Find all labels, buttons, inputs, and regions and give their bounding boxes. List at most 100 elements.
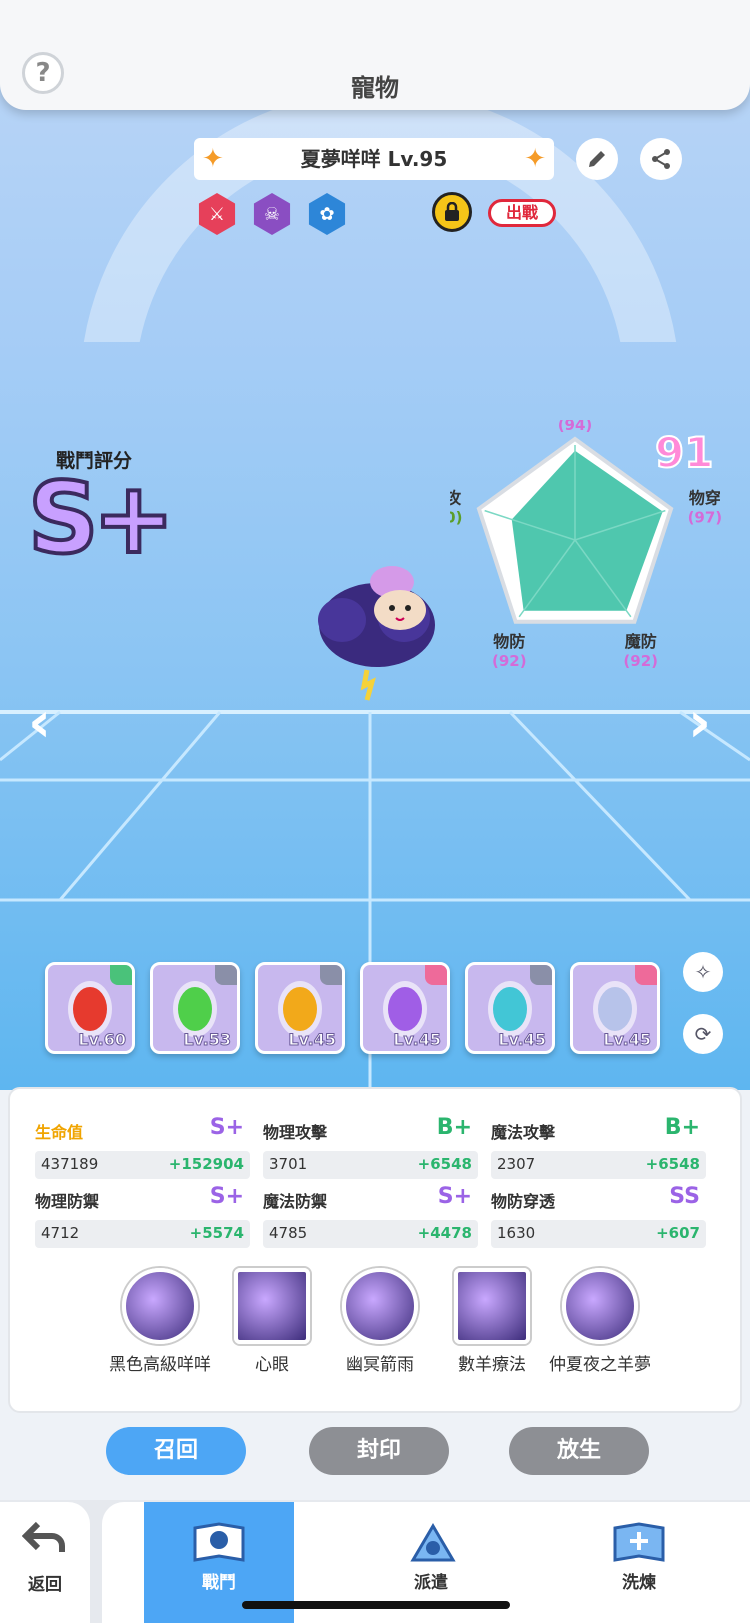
lock-icon [445, 202, 459, 221]
radar-value: (97) [688, 509, 723, 527]
stat-grade: SS [669, 1184, 700, 1209]
gem-level: Lv.45 [498, 1030, 547, 1050]
skill-item[interactable]: 黑色高級咩咩 [100, 1268, 220, 1375]
dispatch-icon [410, 1523, 456, 1562]
stat-name: 魔法攻擊 [491, 1123, 556, 1142]
radar-value: (92) [492, 652, 527, 670]
skill-name: 幽冥箭雨 [346, 1355, 414, 1375]
gem-level: Lv.60 [78, 1030, 127, 1050]
stat-grade: S+ [437, 1184, 472, 1209]
gem-slot[interactable]: Lv.45 [360, 962, 450, 1054]
skill-icon [122, 1268, 198, 1344]
nav-dispatch-label: 派遣 [414, 1573, 448, 1593]
gem-type-corner [635, 965, 657, 985]
stat-name: 生命值 [35, 1123, 84, 1142]
skill-item[interactable]: 仲夏夜之羊夢 [540, 1268, 660, 1375]
battle-book-icon [193, 1522, 245, 1562]
skill-name: 仲夏夜之羊夢 [549, 1355, 651, 1375]
stat-value: 1630 [497, 1224, 536, 1242]
sparkle-icon: ✦ [524, 144, 546, 174]
stat-grade: S+ [209, 1115, 244, 1140]
skill-icon [234, 1268, 310, 1344]
refine-book-icon [613, 1522, 665, 1562]
stat-bonus: +6548 [417, 1155, 472, 1173]
auto-equip-button[interactable]: ✧ [683, 952, 723, 992]
gem-slot[interactable]: Lv.45 [570, 962, 660, 1054]
sparkle-icon: ✦ [202, 144, 224, 174]
gem-slot[interactable]: Lv.45 [255, 962, 345, 1054]
stat-value: 4785 [269, 1224, 308, 1242]
stat-radar-chart: HP(94)物穿(97)魔防(92)物防(92)物攻(70) [450, 420, 723, 670]
stat-name: 魔法防禦 [263, 1192, 328, 1211]
stat-value: 4712 [41, 1224, 80, 1242]
radar-value: (70) [450, 509, 462, 527]
share-button[interactable] [640, 138, 682, 180]
gem-type-corner [215, 965, 237, 985]
stat-grade: B+ [436, 1115, 472, 1140]
radar-label: 物穿 [689, 489, 721, 508]
radar-value: (94) [558, 420, 593, 434]
skill-item[interactable]: 心眼 [212, 1268, 332, 1375]
refresh-icon: ⟳ [694, 1022, 712, 1046]
page-title: 寵物 [351, 74, 399, 102]
gem-level: Lv.45 [603, 1030, 652, 1050]
gem-level: Lv.53 [183, 1030, 232, 1050]
prev-pet-button[interactable]: ‹ [28, 690, 51, 755]
skill-name: 心眼 [255, 1355, 289, 1375]
gem-level: Lv.45 [288, 1030, 337, 1050]
stat-bonus: +4478 [417, 1224, 472, 1242]
gem-type-corner [320, 965, 342, 985]
gem-level: Lv.45 [393, 1030, 442, 1050]
seal-button[interactable]: 封印 [309, 1427, 449, 1475]
nav-refine[interactable]: 洗煉 [564, 1502, 714, 1623]
skill-icon [342, 1268, 418, 1344]
pencil-icon [589, 151, 605, 167]
gem-type-corner [530, 965, 552, 985]
stat-grade: B+ [664, 1115, 700, 1140]
radar-label: 魔防 [625, 632, 657, 651]
gem-slot-row: Lv.60 Lv.53 Lv.45 Lv.45 Lv.45 Lv.45 [45, 962, 665, 1054]
radar-label: 物攻 [450, 489, 462, 508]
home-indicator [242, 1601, 510, 1609]
skill-name: 黑色高級咩咩 [109, 1355, 211, 1375]
skill-item[interactable]: 幽冥箭雨 [320, 1268, 440, 1375]
gem-type-corner [425, 965, 447, 985]
back-label: 返回 [28, 1575, 62, 1595]
battle-rating-grade: S+ [26, 462, 177, 576]
stat-grade: S+ [209, 1184, 244, 1209]
recall-button[interactable]: 召回 [106, 1427, 246, 1475]
next-pet-button[interactable]: › [688, 690, 711, 755]
stat-bonus: +6548 [645, 1155, 700, 1173]
sparkle-plus-icon: ✧ [694, 960, 712, 984]
battle-status-badge[interactable]: 出戰 [488, 199, 556, 227]
top-bar: ? 寵物 [0, 0, 750, 110]
swap-gems-button[interactable]: ⟳ [683, 1014, 723, 1054]
stat-name: 物防穿透 [491, 1192, 556, 1211]
gem-type-corner [110, 965, 132, 985]
stat-name: 物理防禦 [35, 1192, 100, 1211]
skill-item[interactable]: 數羊療法 [432, 1268, 552, 1375]
pet-sheep-sprite [318, 566, 435, 701]
gem-slot[interactable]: Lv.45 [465, 962, 555, 1054]
release-button[interactable]: 放生 [509, 1427, 649, 1475]
radar-label: 物防 [493, 632, 525, 651]
pet-name-box: ✦ 夏夢咩咩 Lv.95 ✦ [194, 138, 554, 180]
back-button[interactable]: 返回 [0, 1502, 90, 1623]
stat-value: 437189 [41, 1155, 99, 1173]
stat-bonus: +5574 [189, 1224, 244, 1242]
stat-value: 3701 [269, 1155, 308, 1173]
lock-button[interactable] [432, 192, 472, 232]
radar-value: (92) [623, 652, 658, 670]
nav-battle-label: 戰鬥 [202, 1573, 236, 1593]
skill-icon [454, 1268, 530, 1344]
stat-value: 2307 [497, 1155, 536, 1173]
gem-slot[interactable]: Lv.53 [150, 962, 240, 1054]
nav-refine-label: 洗煉 [622, 1573, 656, 1593]
stat-bonus: +152904 [168, 1155, 244, 1173]
stat-name: 物理攻擊 [263, 1123, 328, 1142]
rename-button[interactable] [576, 138, 618, 180]
gem-slot[interactable]: Lv.60 [45, 962, 135, 1054]
share-icon [652, 149, 670, 169]
back-arrow-icon [22, 1521, 65, 1552]
pet-name: 夏夢咩咩 Lv.95 [300, 147, 448, 171]
